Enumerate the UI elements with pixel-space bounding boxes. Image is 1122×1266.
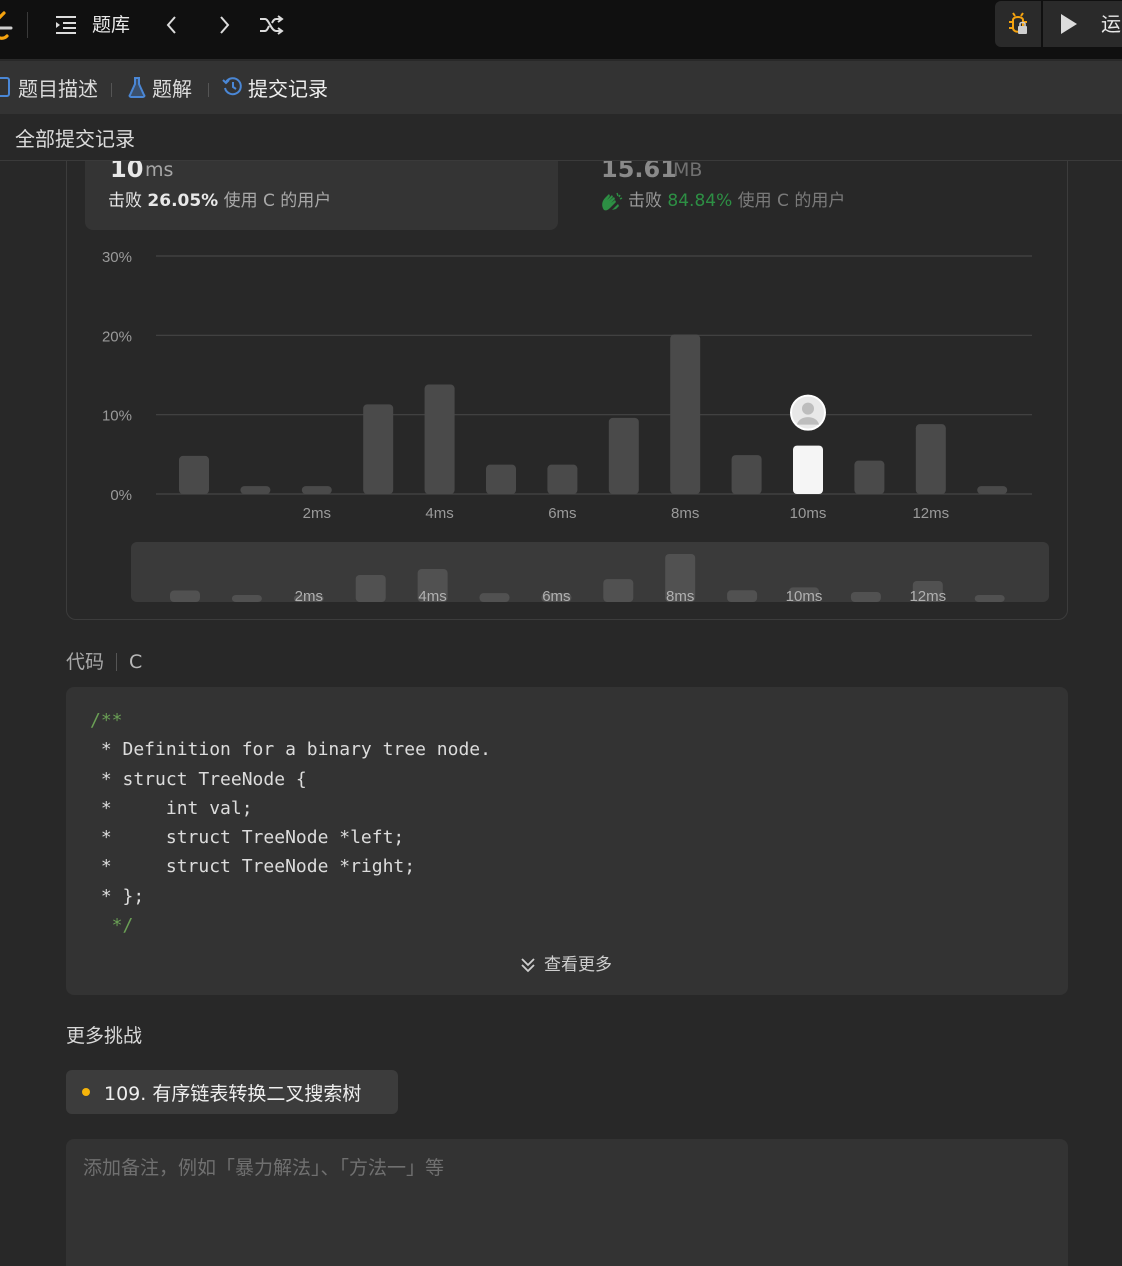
memory-beat-pct: 84.84% [667, 191, 733, 211]
challenge-title: 109. 有序链表转换二叉搜索树 [104, 1082, 362, 1105]
overview-tick-label: 6ms [542, 588, 570, 605]
tab-divider [208, 83, 209, 97]
code-lines: /** * Definition for a binary tree node.… [90, 706, 491, 940]
y-tick-label: 0% [110, 487, 132, 504]
bar [486, 464, 516, 494]
code-line: /** [90, 710, 123, 731]
tab-submissions[interactable]: 提交记录 [222, 73, 328, 101]
chevron-right-icon[interactable] [211, 12, 237, 38]
code-line: * struct TreeNode { [90, 768, 307, 790]
bar [424, 384, 455, 494]
bar [977, 486, 1008, 494]
runtime-beat-text: 击败 26.05% 使用 C 的用户 [108, 189, 331, 213]
bar [731, 455, 762, 494]
shuffle-icon[interactable] [258, 12, 284, 38]
overview-bar [850, 591, 881, 602]
tab-submissions-label: 提交记录 [248, 76, 328, 101]
bar [179, 455, 209, 494]
all-submissions-label[interactable]: 全部提交记录 [15, 126, 135, 152]
difficulty-dot [82, 1088, 90, 1096]
overview-bar [355, 575, 386, 602]
logo-icon[interactable] [0, 10, 14, 40]
problem-bank-title[interactable]: 题库 [92, 12, 130, 38]
bar [915, 424, 946, 494]
bar-highlight [793, 445, 823, 494]
tab-description-label: 题目描述 [18, 76, 98, 101]
overview-bar [974, 595, 1005, 602]
x-tick-label: 4ms [425, 505, 453, 522]
x-tick-label: 12ms [912, 505, 949, 522]
bar [608, 417, 639, 494]
run-button-label[interactable]: 运 [1101, 11, 1121, 37]
double-chevron-down-icon [521, 958, 535, 973]
code-label: 代码 [66, 651, 105, 673]
bar [670, 334, 701, 494]
bar [363, 404, 394, 494]
overview-tick-label: 12ms [909, 588, 946, 605]
tab-description[interactable]: 题目描述 [0, 73, 98, 101]
topbar-divider [27, 12, 28, 38]
top-bar: 题库 运 [0, 0, 1122, 60]
bar [301, 486, 332, 494]
history-icon [222, 76, 244, 98]
submission-subbar: 全部提交记录 [0, 114, 1122, 161]
runtime-beat-suffix: 使用 C 的用户 [223, 191, 332, 211]
overview-bar [231, 595, 262, 602]
flask-icon [126, 76, 148, 98]
runtime-unit: ms [145, 159, 174, 181]
more-challenges-title: 更多挑战 [66, 1025, 143, 1047]
runtime-beat-prefix: 击败 [108, 191, 142, 211]
code-label-divider [116, 653, 118, 671]
problem-list-icon[interactable] [53, 12, 79, 38]
view-more-label: 查看更多 [544, 955, 612, 975]
debug-bug-icon[interactable] [995, 1, 1041, 47]
run-controls: 运 [995, 1, 1122, 47]
code-line: * int val; [90, 797, 253, 819]
y-tick-label: 10% [102, 408, 132, 425]
bar [547, 464, 578, 494]
x-tick-label: 10ms [790, 505, 827, 522]
code-section-label: 代码 C [66, 649, 142, 675]
overview-tick-label: 2ms [295, 588, 323, 605]
x-tick-label: 8ms [671, 505, 699, 522]
avatar-head [802, 402, 814, 415]
tab-solutions-label: 题解 [152, 76, 192, 101]
memory-beat-text: 击败 84.84% 使用 C 的用户 [600, 189, 845, 213]
tab-solutions[interactable]: 题解 [126, 73, 192, 101]
memory-unit: MB [673, 159, 703, 181]
code-line: * Definition for a binary tree node. [90, 739, 491, 761]
x-tick-label: 6ms [548, 505, 576, 522]
note-input[interactable] [66, 1139, 1068, 1266]
runtime-distribution-chart[interactable]: 30% 20% 10% 0% 2ms 4ms 6ms 8ms 10ms 12ms 2ms 4ms 6ms… [80, 240, 1060, 610]
code-line: * struct TreeNode *left; [90, 827, 405, 849]
run-controls-divider [1041, 1, 1043, 47]
tab-bar: 题目描述 题解 提交记录 [0, 61, 1122, 114]
memory-beat-suffix: 使用 C 的用户 [737, 191, 846, 211]
bar [854, 460, 885, 494]
x-tick-label: 2ms [303, 505, 331, 522]
overview-tick-label: 4ms [418, 588, 446, 605]
hands-clap-icon [602, 192, 623, 211]
code-language: C [129, 651, 143, 673]
y-tick-label: 30% [102, 249, 132, 266]
overview-bar [603, 579, 634, 602]
code-line: * }; [90, 885, 145, 907]
overview-bar [727, 590, 758, 602]
run-play-icon[interactable] [1055, 11, 1081, 37]
overview-tick-label: 10ms [786, 588, 823, 605]
chevron-left-icon[interactable] [159, 12, 185, 38]
runtime-beat-pct: 26.05% [147, 191, 219, 211]
overview-bar [479, 593, 510, 602]
bar [240, 486, 271, 494]
code-line: */ [90, 915, 134, 937]
memory-beat-prefix: 击败 [628, 191, 662, 211]
tab-divider [111, 83, 112, 97]
code-line: * struct TreeNode *right; [90, 856, 416, 878]
overview-tick-label: 8ms [666, 588, 694, 605]
description-icon [0, 76, 14, 98]
y-tick-label: 20% [102, 328, 132, 345]
view-more-button[interactable]: 查看更多 [518, 953, 612, 977]
overview-bar [170, 590, 200, 602]
challenge-chip[interactable]: 109. 有序链表转换二叉搜索树 [66, 1070, 398, 1114]
